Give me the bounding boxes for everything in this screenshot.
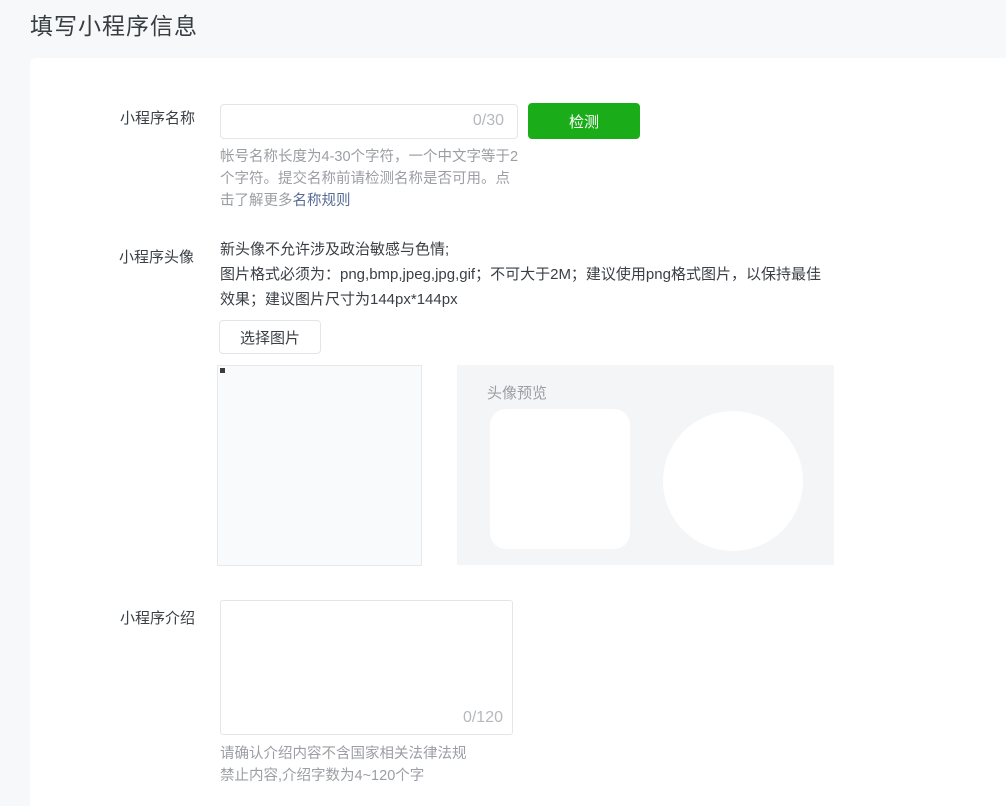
avatar-rules-text: 新头像不允许涉及政治敏感与色情; 图片格式必须为：png,bmp,jpeg,jp… [220,237,832,312]
intro-label: 小程序介绍 [120,607,195,628]
form-card: 小程序名称 0/30 检测 帐号名称长度为4-30个字符，一个中文字等于2个字符… [30,58,1006,806]
avatar-label: 小程序头像 [119,246,194,267]
crop-corner-handle [219,367,226,374]
choose-image-button[interactable]: 选择图片 [219,320,321,354]
avatar-rule-line-1: 新头像不允许涉及政治敏感与色情; [220,237,832,262]
avatar-preview-title: 头像预览 [487,382,547,403]
intro-help-line-2: 禁止内容,介绍字数为4~120个字 [220,765,500,787]
mini-program-name-input-wrap: 0/30 [220,104,518,139]
intro-textarea[interactable] [220,600,513,735]
mini-program-name-input[interactable] [220,104,518,139]
avatar-preview-panel: 头像预览 [457,365,834,565]
name-help-body: 帐号名称长度为4-30个字符，一个中文字等于2个字符。提交名称前请检测名称是否可… [220,149,518,209]
intro-help-line-1: 请确认介绍内容不含国家相关法律法规 [220,743,500,765]
avatar-preview-circle [663,411,803,551]
mini-program-name-label: 小程序名称 [120,107,195,128]
name-help-text: 帐号名称长度为4-30个字符，一个中文字等于2个字符。提交名称前请检测名称是否可… [220,146,524,212]
avatar-rule-line-2: 图片格式必须为：png,bmp,jpeg,jpg,gif；不可大于2M；建议使用… [220,262,832,312]
avatar-preview-square [490,409,630,549]
page-title: 填写小程序信息 [30,7,198,41]
intro-help-text: 请确认介绍内容不含国家相关法律法规 禁止内容,介绍字数为4~120个字 [220,743,500,787]
intro-textarea-wrap: 0/120 [220,600,513,735]
check-name-button[interactable]: 检测 [528,103,640,139]
name-rules-link[interactable]: 名称规则 [293,193,351,209]
avatar-crop-box [217,365,422,566]
